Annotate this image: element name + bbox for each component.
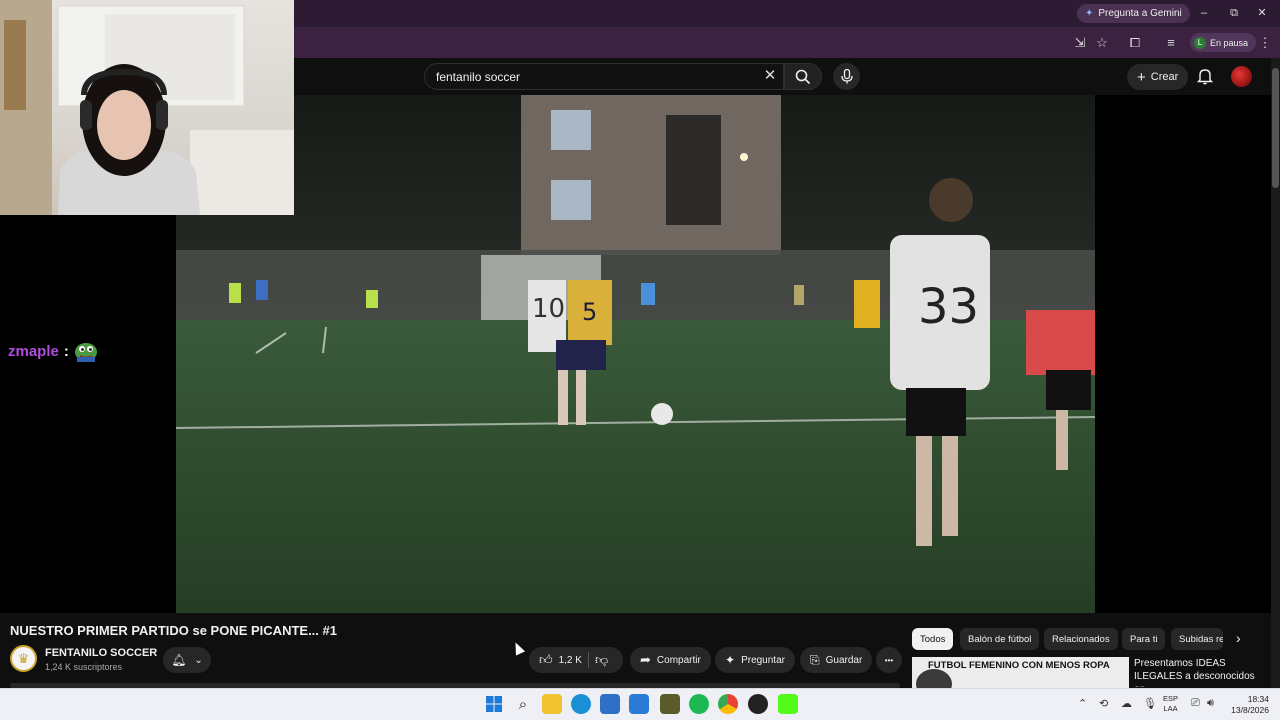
file-explorer-icon[interactable] (542, 694, 562, 714)
subscription-notifications-button[interactable]: 🔔︎ ⌄ (163, 647, 211, 673)
ask-label: Preguntar (741, 654, 785, 666)
chip-all[interactable]: Todos (912, 628, 954, 650)
minimize-button[interactable]: – (1194, 5, 1214, 21)
profile-avatar: L (1194, 36, 1206, 49)
sync-icon[interactable]: ⟲ (1099, 697, 1108, 710)
channel-subscribers: 1,24 K suscriptores (45, 662, 123, 672)
microphone-tray-icon[interactable]: 🎙︎ (1143, 697, 1157, 710)
webcam-frame (0, 0, 294, 215)
cloud-icon[interactable]: ☁ (1121, 697, 1132, 710)
save-label: Guardar (825, 654, 863, 666)
browser-menu-icon[interactable]: ⋮ (1256, 34, 1274, 52)
outlook-icon[interactable] (629, 694, 649, 714)
account-avatar[interactable] (1231, 66, 1252, 87)
chips-next-icon[interactable]: › (1236, 630, 1241, 646)
close-window-button[interactable]: ✕ (1252, 5, 1272, 21)
share-button[interactable]: ➦ Compartir (630, 647, 711, 673)
language-code: ESP (1163, 694, 1179, 703)
gemini-label: Pregunta a Gemini (1098, 8, 1182, 19)
recommended-title[interactable]: Presentamos IDEAS ILEGALES a desconocido… (1134, 657, 1264, 687)
create-label: Crear (1150, 71, 1179, 83)
scrollbar-thumb[interactable] (1272, 68, 1279, 188)
chip-ball[interactable]: Balón de fútbol (960, 628, 1040, 650)
search-button[interactable] (784, 63, 822, 90)
microphone-icon (840, 69, 853, 84)
save-button[interactable]: ⎘ Guardar (800, 647, 873, 673)
chat-message: zmaple : (8, 340, 98, 362)
search-value: fentanilo soccer (436, 69, 521, 84)
jersey-number-10: 10 (532, 294, 565, 324)
soccer-ball (651, 403, 673, 425)
taskbar-clock[interactable]: 18:34 13/8/2026 (1224, 694, 1269, 716)
divider (587, 652, 589, 668)
clear-search-icon[interactable]: ✕ (760, 66, 780, 86)
jersey-number-33: 33 (918, 279, 979, 335)
profile-button[interactable]: L En pausa (1190, 33, 1257, 52)
video-letterbox (1095, 95, 1271, 613)
more-icon: ••• (884, 655, 894, 665)
like-count[interactable]: 1,2 K (559, 655, 582, 666)
language-indicator[interactable]: ESP LAA (1163, 694, 1178, 714)
share-label: Compartir (656, 654, 701, 666)
maximize-button[interactable]: ⧉ (1224, 5, 1244, 21)
obs-icon[interactable] (748, 694, 768, 714)
install-app-icon[interactable]: ⇲ (1071, 34, 1089, 52)
player-checkered (1026, 310, 1095, 375)
share-icon: ➦ (640, 652, 651, 667)
bell-icon (1196, 69, 1214, 85)
ask-button[interactable]: ✦ Preguntar (715, 647, 795, 673)
chat-username: zmaple (8, 342, 59, 360)
search-icon[interactable]: ⌕ (513, 694, 533, 714)
spotify-icon[interactable] (689, 694, 709, 714)
profile-status: En pausa (1210, 37, 1249, 48)
clock-time: 18:34 (1247, 694, 1269, 704)
media-control-icon[interactable]: ≡ (1162, 34, 1180, 52)
like-dislike-group: 👍︎ 1,2 K 👎︎ (529, 647, 623, 673)
plus-icon: + (1137, 68, 1146, 86)
volume-icon[interactable]: 🔊︎ (1207, 697, 1214, 710)
mouse-cursor (510, 640, 526, 656)
keyboard-layout: LAA (1163, 704, 1178, 713)
store-icon[interactable] (600, 694, 620, 714)
chrome-icon[interactable] (718, 694, 738, 714)
bookmark-star-icon[interactable]: ☆ (1093, 34, 1111, 52)
recommended-thumbnail-text: FUTBOL FEMENINO CON MENOS ROPA (928, 660, 1110, 671)
gemini-button[interactable]: ✦ Pregunta a Gemini (1077, 4, 1190, 23)
channel-logo-icon: ♛ (17, 650, 30, 666)
create-button[interactable]: + Crear (1127, 64, 1189, 90)
video-player[interactable]: 10 5 33 (176, 95, 1095, 613)
dislike-icon[interactable]: 👎︎ (595, 652, 608, 668)
video-title: NUESTRO PRIMER PARTIDO se PONE PICANTE..… (10, 623, 337, 638)
video-frame: 10 5 33 (176, 95, 1095, 613)
chevron-down-icon: ⌄ (194, 654, 203, 666)
like-icon[interactable]: 👍︎ (539, 652, 553, 668)
bookmark-icon: ⎘ (810, 652, 820, 667)
bell-icon: 🔔︎ (171, 653, 187, 667)
chip-recent-uploads[interactable]: Subidas re (1171, 628, 1223, 650)
sparkle-icon: ✦ (725, 653, 736, 667)
windows-start-icon[interactable] (484, 694, 504, 714)
search-icon (795, 69, 811, 84)
gemini-icon: ✦ (1085, 8, 1094, 19)
chip-for-you[interactable]: Para ti (1122, 628, 1166, 650)
voice-search-button[interactable] (833, 63, 860, 90)
extensions-icon[interactable]: ⧠ (1126, 34, 1144, 52)
tray-overflow-icon[interactable]: ⌃ (1078, 697, 1087, 710)
kick-icon[interactable] (778, 694, 798, 714)
network-icon[interactable]: ⎚ (1191, 697, 1200, 710)
stream-sidebar (0, 215, 176, 613)
clock-date: 13/8/2026 (1231, 705, 1269, 715)
chat-separator: : (63, 342, 69, 360)
channel-avatar[interactable]: ♛ (10, 645, 37, 672)
notifications-button[interactable] (1195, 66, 1215, 86)
webcam-overlay (0, 0, 294, 215)
search-input[interactable]: fentanilo soccer (424, 63, 784, 90)
pepe-emote-icon (74, 343, 97, 362)
jersey-number-5: 5 (582, 298, 597, 326)
chip-related[interactable]: Relacionados (1044, 628, 1118, 650)
channel-name[interactable]: FENTANILO SOCCER (45, 647, 157, 659)
minecraft-icon[interactable] (660, 694, 680, 714)
edge-browser-icon[interactable] (571, 694, 591, 714)
more-actions-button[interactable]: ••• (876, 647, 902, 673)
